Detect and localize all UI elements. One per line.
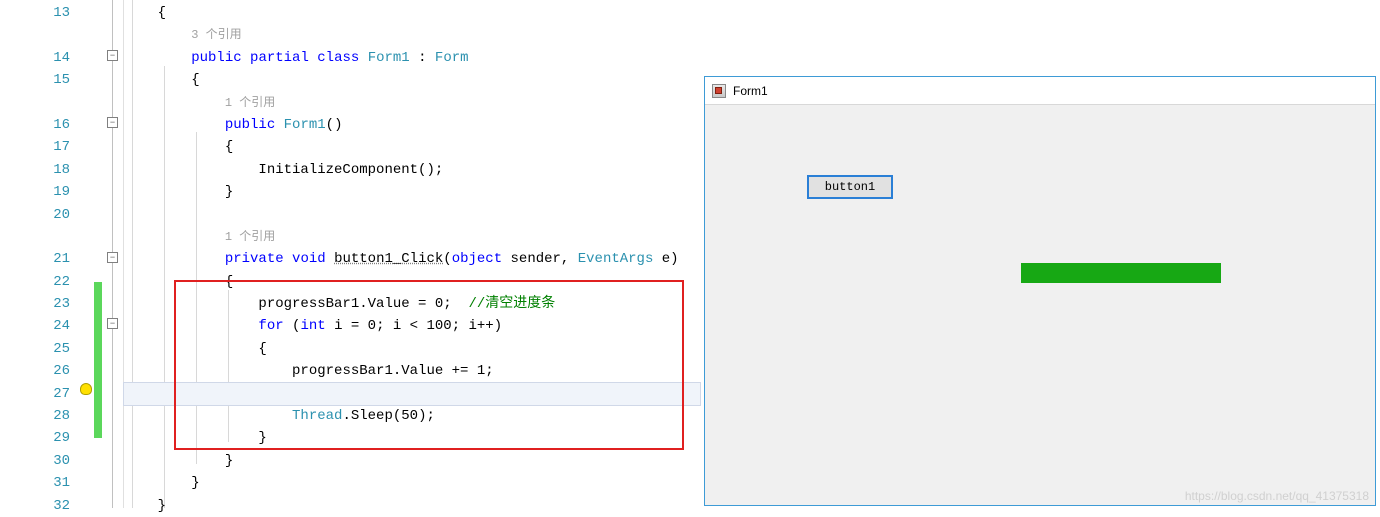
fold-toggle[interactable]: − xyxy=(107,50,118,61)
code-token: .Sleep(50); xyxy=(342,408,434,424)
code-token: progressBar1.Value = 0; xyxy=(258,296,468,312)
line-number: 17 xyxy=(0,136,78,158)
line-number: 28 xyxy=(0,405,78,427)
code-token: e) xyxy=(653,251,678,267)
lightbulb-icon[interactable] xyxy=(80,383,92,395)
form1-window[interactable]: Form1 button1 https://blog.csdn.net/qq_4… xyxy=(704,76,1376,506)
form-titlebar[interactable]: Form1 xyxy=(705,77,1375,105)
code-token: } xyxy=(225,184,233,200)
fold-toggle[interactable]: − xyxy=(107,318,118,329)
line-number-gutter: 13 14 15 16 17 18 19 20 21 22 23 24 25 2… xyxy=(0,0,78,508)
line-number: 29 xyxy=(0,427,78,449)
fold-toggle[interactable]: − xyxy=(107,252,118,263)
code-token: EventArgs xyxy=(578,251,654,267)
change-gutter xyxy=(94,0,102,508)
code-token: } xyxy=(258,430,266,446)
line-number: 14 xyxy=(0,47,78,69)
form-client-area: button1 https://blog.csdn.net/qq_4137531… xyxy=(705,105,1375,505)
code-token: { xyxy=(191,72,199,88)
code-token: object xyxy=(452,251,502,267)
code-token: button1_Click xyxy=(334,251,443,267)
code-token: public xyxy=(191,50,241,66)
code-token: Form xyxy=(435,50,469,66)
code-token: { xyxy=(158,5,166,21)
code-token: int xyxy=(300,318,325,334)
button1[interactable]: button1 xyxy=(807,175,893,199)
code-editor: 13 14 15 16 17 18 19 20 21 22 23 24 25 2… xyxy=(0,0,700,508)
window-icon xyxy=(711,83,727,99)
code-token: } xyxy=(158,498,166,514)
suggestion-gutter xyxy=(78,0,94,508)
line-number: 19 xyxy=(0,181,78,203)
code-token: void xyxy=(292,251,326,267)
line-number: 18 xyxy=(0,159,78,181)
line-number: 20 xyxy=(0,204,78,226)
line-number: 23 xyxy=(0,293,78,315)
codelens-references[interactable]: 1 个引用 xyxy=(225,96,275,110)
line-number: 15 xyxy=(0,69,78,91)
line-number: 26 xyxy=(0,360,78,382)
code-token: sender, xyxy=(502,251,578,267)
code-token: class xyxy=(317,50,359,66)
code-token: progressBar1.Value += 1; xyxy=(292,363,494,379)
change-indicator xyxy=(94,282,102,438)
fold-toggle[interactable]: − xyxy=(107,117,118,128)
progressbar1 xyxy=(1021,263,1221,283)
code-token: Form1 xyxy=(368,50,410,66)
code-token: } xyxy=(225,453,233,469)
line-number: 16 xyxy=(0,114,78,136)
codelens-references[interactable]: 3 个引用 xyxy=(191,28,241,42)
code-token: { xyxy=(225,274,233,290)
line-number xyxy=(0,226,78,248)
code-token: { xyxy=(258,341,266,357)
code-comment: //清空进度条 xyxy=(468,296,555,312)
code-token: InitializeComponent(); xyxy=(258,162,443,178)
line-number xyxy=(0,24,78,46)
code-token: Thread xyxy=(292,408,342,424)
code-token: i = 0; i < 100; i++) xyxy=(326,318,502,334)
code-token: Form1 xyxy=(284,117,326,133)
line-number: 22 xyxy=(0,271,78,293)
line-number: 13 xyxy=(0,2,78,24)
fold-gutter: − − − − xyxy=(102,0,124,508)
line-number: 25 xyxy=(0,338,78,360)
line-number: 31 xyxy=(0,472,78,494)
line-number: 21 xyxy=(0,248,78,270)
code-token: for xyxy=(258,318,283,334)
line-number: 30 xyxy=(0,450,78,472)
line-number: 32 xyxy=(0,495,78,517)
code-area[interactable]: { 3 个引用 public partial class Form1 : For… xyxy=(124,0,700,508)
code-token: () xyxy=(326,117,343,133)
line-number: 27 xyxy=(0,383,78,405)
window-title: Form1 xyxy=(733,84,768,98)
code-token: : xyxy=(410,50,435,66)
current-line xyxy=(124,383,700,405)
code-token: { xyxy=(225,139,233,155)
code-token: ( xyxy=(284,318,301,334)
line-number: 24 xyxy=(0,315,78,337)
code-token: public xyxy=(225,117,275,133)
code-token: ( xyxy=(443,251,451,267)
line-number xyxy=(0,92,78,114)
watermark-text: https://blog.csdn.net/qq_41375318 xyxy=(1185,489,1369,503)
codelens-references[interactable]: 1 个引用 xyxy=(225,230,275,244)
code-token: partial xyxy=(250,50,309,66)
code-token: } xyxy=(191,475,199,491)
code-token: private xyxy=(225,251,284,267)
